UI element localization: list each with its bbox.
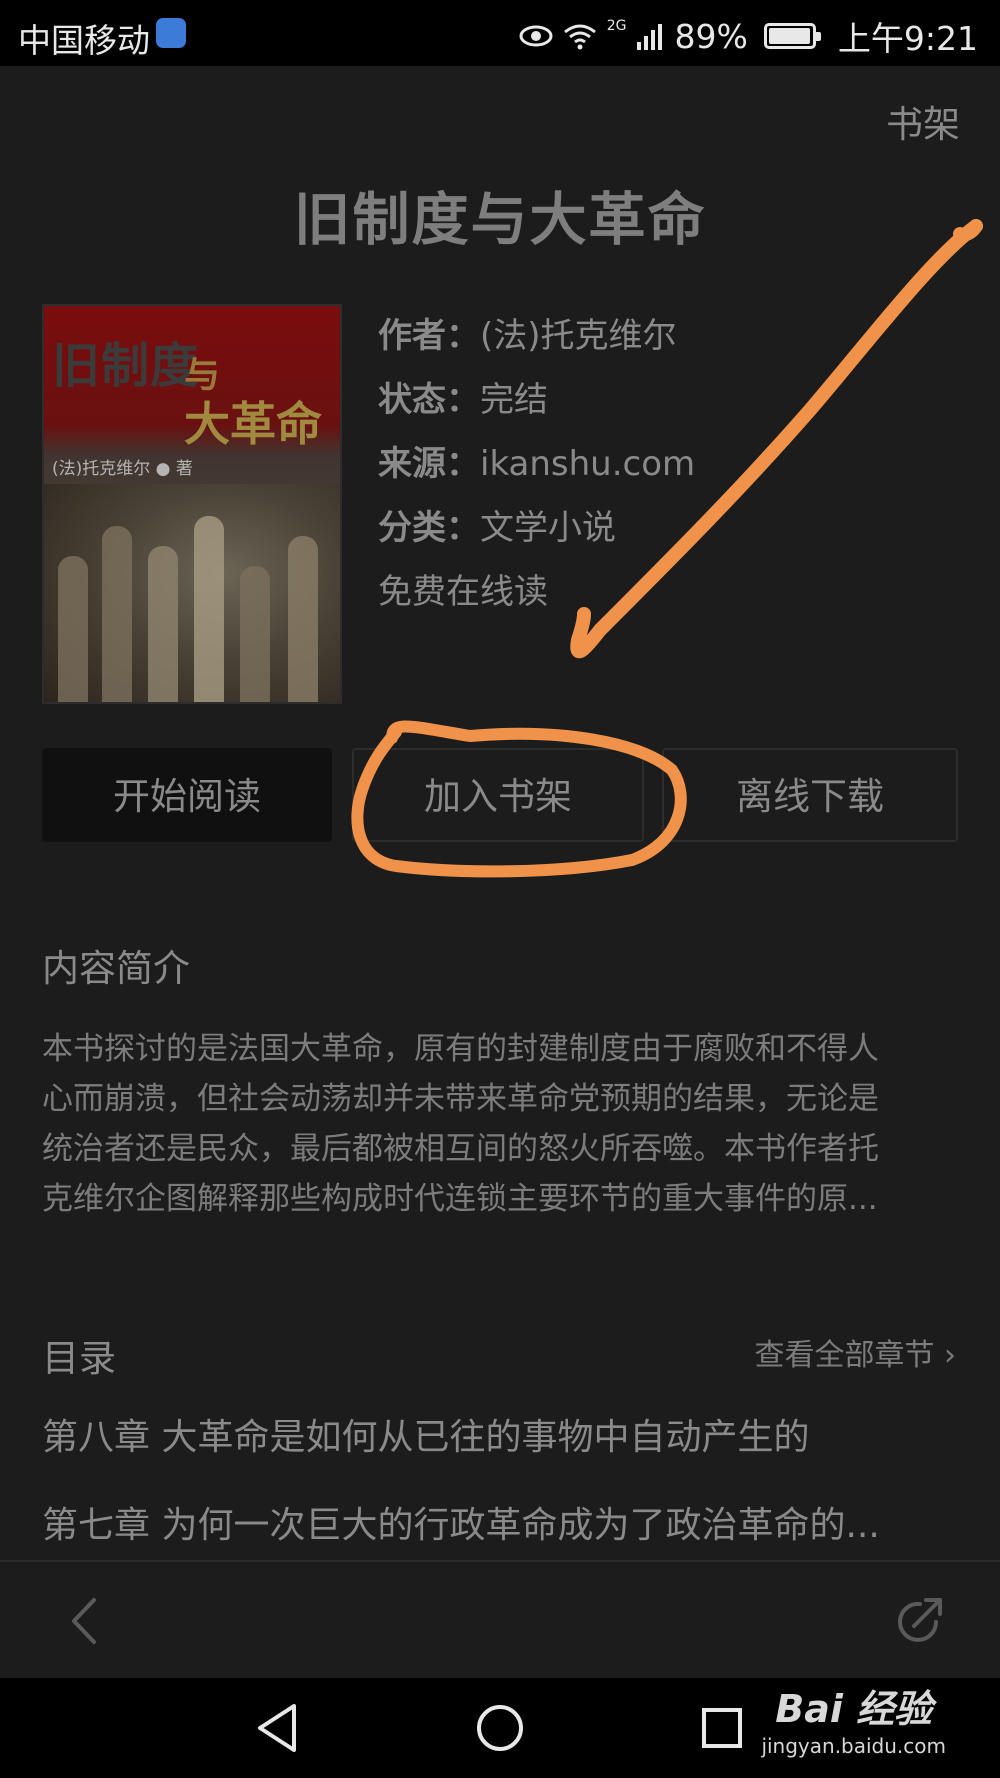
cover-title-part1: 旧制度 [52, 338, 200, 394]
signal-icon [636, 24, 662, 50]
wifi-icon [563, 24, 596, 50]
cover-figure [102, 526, 132, 702]
intro-line: 统治者还是民众，最后都被相互间的怒火所吞噬。本书作者托 [42, 1131, 879, 1167]
free-read-label: 免费在线读 [378, 572, 548, 612]
carrier-name: 中国移动 [18, 21, 150, 60]
meta-label: 作者： [378, 316, 480, 356]
toc-title: 目录 [42, 1337, 116, 1380]
cover-figure [194, 516, 224, 702]
meta-category: 分类：文学小说 [378, 496, 695, 560]
intro-line: 本书探讨的是法国大革命，原有的封建制度由于腐败和不得人 [42, 1031, 879, 1067]
watermark-url: jingyan.baidu.com [761, 1734, 946, 1758]
book-cover[interactable]: 旧制度 与 大革命 (法)托克维尔 ● 著 [42, 304, 342, 704]
meta-label: 状态： [378, 380, 480, 420]
bookshelf-link[interactable]: 书架 [886, 94, 960, 148]
network-type: 2G [606, 18, 627, 34]
clock: 上午9:21 [837, 19, 978, 58]
chapter-item[interactable]: 第八章 大革命是如何从已往的事物中自动产生的 [42, 1408, 958, 1460]
meta-value: ikanshu.com [480, 444, 696, 484]
system-navigation-bar: Bai 经验 jingyan.baidu.com [0, 1678, 1000, 1778]
book-meta: 作者：(法)托克维尔 状态：完结 来源：ikanshu.com 分类：文学小说 … [378, 304, 695, 624]
battery-percent: 89% [674, 16, 748, 56]
meta-value: 完结 [480, 380, 548, 420]
battery-fill [768, 28, 810, 44]
watermark-logo: Bai 经验 [775, 1687, 933, 1731]
meta-status: 状态：完结 [378, 368, 695, 432]
meta-source: 来源：ikanshu.com [378, 432, 695, 496]
baidu-jingyan-watermark: Bai 经验 jingyan.baidu.com [761, 1684, 946, 1758]
cover-figure [58, 556, 88, 702]
cover-painting [44, 484, 340, 702]
intro-line: 克维尔企图解释那些构成时代连锁主要环节的重大事件的原... [42, 1181, 878, 1217]
meta-author: 作者：(法)托克维尔 [378, 304, 695, 368]
eye-icon [519, 25, 553, 47]
view-all-chapters-link[interactable]: 查看全部章节 › [754, 1330, 956, 1374]
book-detail-screen: 书架 旧制度与大革命 旧制度 与 大革命 (法)托克维尔 ● 著 作者：(法)托… [0, 66, 1000, 1678]
offline-download-button[interactable]: 离线下载 [662, 748, 958, 842]
bottom-toolbar [0, 1560, 1000, 1678]
cover-figure [240, 566, 270, 702]
add-to-shelf-button[interactable]: 加入书架 [352, 748, 644, 842]
nav-back-icon[interactable] [250, 1700, 306, 1756]
nav-recents-icon[interactable] [694, 1700, 750, 1756]
battery-icon [763, 23, 821, 49]
share-icon[interactable] [892, 1594, 946, 1648]
intro-title: 内容简介 [42, 947, 190, 990]
cover-figure [288, 536, 318, 702]
cover-author: (法)托克维尔 ● 著 [52, 459, 193, 479]
book-title: 旧制度与大革命 [293, 187, 707, 253]
meta-value: 文学小说 [480, 508, 616, 548]
cover-title-part3: 大革命 [184, 397, 322, 451]
meta-value: (法)托克维尔 [480, 316, 677, 356]
cover-figure [148, 546, 178, 702]
chapter-item[interactable]: 第七章 为何一次巨大的行政革命成为了政治革命的... [42, 1496, 958, 1548]
nav-home-icon[interactable] [472, 1700, 528, 1756]
meta-label: 来源： [378, 444, 480, 484]
status-icons: 2G 89% 上午9:21 [519, 12, 978, 60]
meta-label: 分类： [378, 508, 480, 548]
start-reading-button[interactable]: 开始阅读 [42, 748, 332, 842]
status-bar: 中国移动 2G 89% 上午9:21 [0, 0, 1000, 66]
baidu-paw-icon [156, 18, 186, 48]
intro-line: 心而崩溃，但社会动荡却并未带来革命党预期的结果，无论是 [42, 1081, 879, 1117]
intro-text[interactable]: 本书探讨的是法国大革命，原有的封建制度由于腐败和不得人 心而崩溃，但社会动荡却并… [42, 1024, 958, 1224]
back-icon[interactable] [60, 1596, 110, 1646]
